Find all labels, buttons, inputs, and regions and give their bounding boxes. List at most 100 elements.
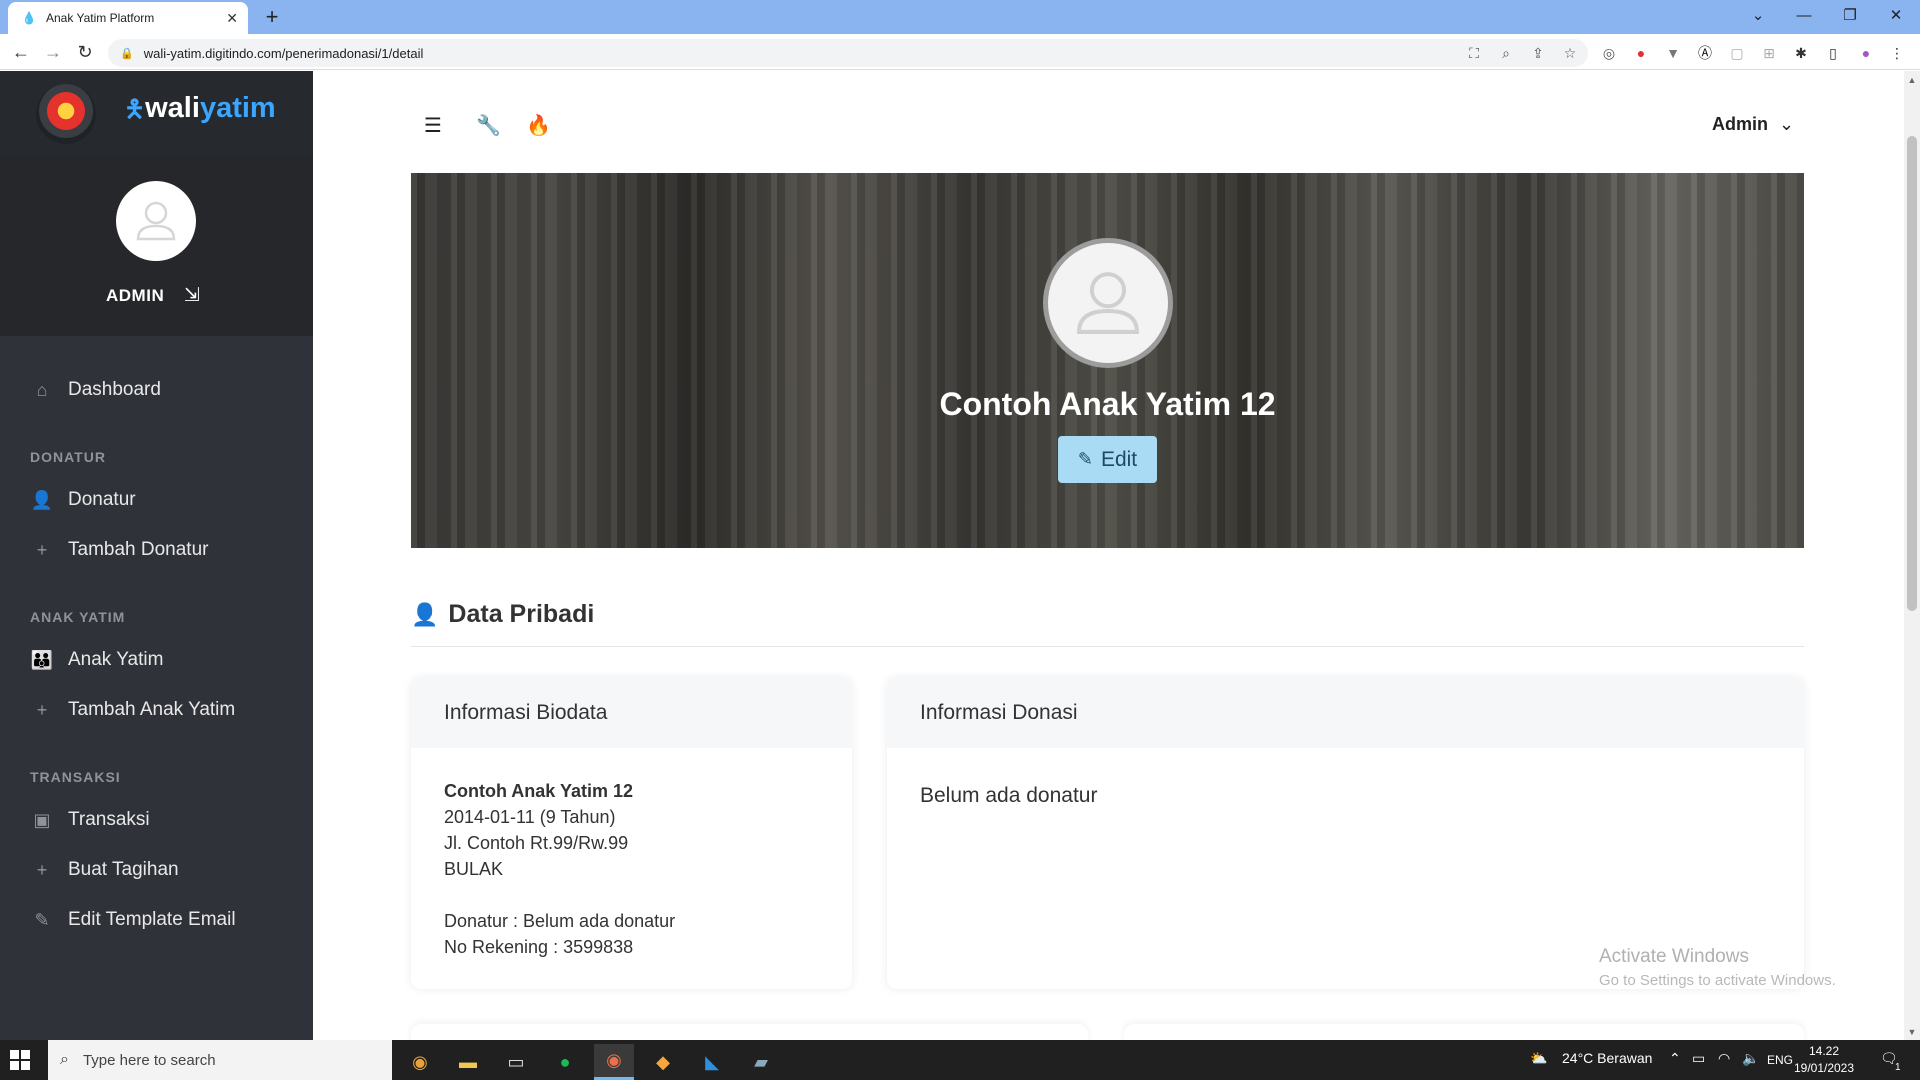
sidebar-item-dashboard[interactable]: ⌂ Dashboard — [0, 370, 313, 410]
admin-dropdown-label: Admin — [1712, 114, 1768, 134]
clock[interactable]: 14.22 19/01/2023 — [1786, 1043, 1862, 1077]
sidebar-item-transaksi[interactable]: ▣ Transaksi — [0, 800, 313, 840]
reload-icon[interactable]: ↻ — [73, 40, 97, 64]
sidebar-item-anak-yatim[interactable]: 👪 Anak Yatim — [0, 640, 313, 680]
donasi-status: Belum ada donatur — [920, 784, 1098, 807]
extensions-puzzle-icon[interactable]: ✱ — [1790, 42, 1812, 64]
taskbar-search[interactable]: ⌕ Type here to search — [48, 1040, 392, 1080]
notification-count: 1 — [1895, 1062, 1901, 1073]
profile-avatar-icon[interactable]: ● — [1855, 42, 1877, 64]
donasi-card-title: Informasi Donasi — [887, 678, 1804, 748]
chrome-active-icon[interactable]: ◉ — [594, 1044, 634, 1080]
plus-icon: + — [36, 539, 48, 560]
sidebar-item-label: Dashboard — [68, 379, 161, 400]
biodata-account: No Rekening : 3599838 — [444, 937, 634, 957]
flame-icon[interactable]: 🔥 — [526, 113, 551, 138]
bookmark-star-icon[interactable]: ☆ — [1559, 42, 1581, 64]
weather-icon[interactable]: ⛅ — [1530, 1050, 1547, 1067]
edit-profile-button[interactable]: ✎ Edit — [1058, 436, 1157, 483]
vue-extension-icon[interactable]: ▼ — [1662, 42, 1684, 64]
scrollbar-thumb[interactable] — [1907, 136, 1917, 611]
terminal-icon[interactable]: ▭ — [496, 1044, 536, 1080]
user-icon: 👤 — [30, 489, 54, 510]
biodata-card: Informasi Biodata Contoh Anak Yatim 12 2… — [411, 678, 852, 989]
wifi-icon[interactable]: ◠ — [1718, 1050, 1730, 1067]
forward-icon[interactable]: → — [41, 40, 65, 64]
menu-heading-transaksi: TRANSAKSI — [30, 769, 121, 785]
biodata-card-title: Informasi Biodata — [411, 678, 852, 748]
site-favicon-icon: 💧 — [21, 11, 37, 25]
sidebar-item-label: Donatur — [68, 489, 136, 510]
extension-icon[interactable]: ⊞ — [1758, 42, 1780, 64]
wrench-icon[interactable]: 🔧 — [476, 113, 501, 138]
new-tab-button[interactable]: + — [258, 4, 286, 30]
zoom-icon[interactable]: ⌕ — [1495, 42, 1517, 64]
close-window-button[interactable]: ✕ — [1873, 0, 1919, 32]
activate-windows-title: Activate Windows — [1599, 946, 1749, 967]
file-explorer-icon[interactable]: ▬ — [448, 1044, 488, 1080]
volume-icon[interactable]: 🔈 — [1742, 1050, 1759, 1067]
minimize-button[interactable]: — — [1781, 0, 1827, 32]
sidebar-item-tambah-anak-yatim[interactable]: + Tambah Anak Yatim — [0, 690, 313, 730]
avatar — [116, 181, 196, 261]
browser-menu-icon[interactable]: ⋮ — [1886, 42, 1908, 64]
tab-search-icon[interactable]: ⌄ — [1735, 0, 1781, 32]
scroll-up-icon[interactable]: ▲ — [1904, 72, 1920, 88]
spotify-icon[interactable]: ● — [545, 1044, 585, 1080]
biodata-name: Contoh Anak Yatim 12 — [444, 781, 634, 801]
menu-heading-anak-yatim: ANAK YATIM — [30, 609, 126, 625]
sidebar-item-label: Tambah Anak Yatim — [68, 699, 236, 720]
sidebar-item-label: Edit Template Email — [68, 909, 236, 930]
grammar-extension-icon[interactable]: Ⓐ — [1694, 42, 1716, 64]
edit-label: Edit — [1100, 447, 1138, 471]
plus-icon: + — [36, 859, 48, 880]
battery-icon[interactable]: ▭ — [1692, 1050, 1705, 1067]
address-bar[interactable]: 🔒 wali-yatim.digitindo.com/penerimadonas… — [108, 39, 1588, 67]
user-placeholder-icon — [136, 201, 176, 241]
biodata-donor: Donatur : Belum ada donatur — [444, 911, 676, 931]
side-panel-icon[interactable]: ▯ — [1822, 42, 1844, 64]
search-icon: ⌕ — [60, 1051, 69, 1068]
sidebar-item-label: Anak Yatim — [68, 649, 164, 670]
hamburger-menu-icon[interactable]: ☰ — [424, 113, 442, 138]
share-icon[interactable]: ⇪ — [1527, 42, 1549, 64]
tray-chevron-icon[interactable]: ⌃ — [1669, 1050, 1681, 1067]
vscode-icon[interactable]: ◣ — [692, 1044, 732, 1080]
logo-icon[interactable] — [36, 84, 96, 144]
sidebar-item-tambah-donatur[interactable]: + Tambah Donatur — [0, 530, 313, 570]
activate-windows-subtitle: Go to Settings to activate Windows. — [1599, 972, 1836, 989]
clock-time: 14.22 — [1808, 1044, 1840, 1058]
logout-icon[interactable]: ⇲ — [184, 284, 200, 307]
color-picker-extension-icon[interactable]: ● — [1630, 42, 1652, 64]
sidebar-item-edit-template-email[interactable]: ✎ Edit Template Email — [0, 900, 313, 940]
user-placeholder-icon — [1077, 272, 1139, 334]
brand-name-part1: wali — [145, 92, 200, 124]
extension-icon[interactable]: ◎ — [1598, 42, 1620, 64]
brand-name[interactable]: 🯅waliyatim — [124, 92, 276, 133]
scroll-down-icon[interactable]: ▼ — [1904, 1024, 1920, 1040]
money-icon: ▣ — [33, 809, 51, 830]
admin-dropdown[interactable]: Admin ⌄ — [1712, 114, 1794, 135]
back-icon[interactable]: ← — [9, 40, 33, 64]
chrome-app-icon[interactable]: ◉ — [400, 1044, 440, 1080]
sidebar-item-donatur[interactable]: 👤 Donatur — [0, 480, 313, 520]
weather-text[interactable]: 24°C Berawan — [1562, 1050, 1652, 1066]
extension-icon[interactable]: ▢ — [1726, 42, 1748, 64]
translate-icon[interactable]: ⛶ — [1463, 42, 1485, 64]
restore-button[interactable]: ❐ — [1827, 0, 1873, 32]
windows-start-icon[interactable] — [8, 1048, 36, 1072]
browser-tab-strip — [0, 0, 1920, 34]
menu-heading-donatur: DONATUR — [30, 449, 106, 465]
sidebar-item-buat-tagihan[interactable]: + Buat Tagihan — [0, 850, 313, 890]
section-title-text: Data Pribadi — [448, 600, 595, 628]
section-title: 👤 Data Pribadi — [411, 600, 594, 629]
lock-icon: 🔒 — [120, 47, 134, 60]
biodata-village: BULAK — [444, 859, 504, 879]
browser-tab[interactable]: 💧 Anak Yatim Platform ✕ — [8, 2, 248, 34]
git-app-icon[interactable]: ◆ — [643, 1044, 683, 1080]
tab-close-icon[interactable]: ✕ — [226, 10, 238, 27]
app-icon[interactable]: ▰ — [741, 1044, 781, 1080]
biodata-content: Contoh Anak Yatim 12 2014-01-11 (9 Tahun… — [411, 748, 852, 960]
url-text: wali-yatim.digitindo.com/penerimadonasi/… — [143, 45, 424, 61]
brand-figure-icon: 🯅 — [124, 96, 146, 123]
